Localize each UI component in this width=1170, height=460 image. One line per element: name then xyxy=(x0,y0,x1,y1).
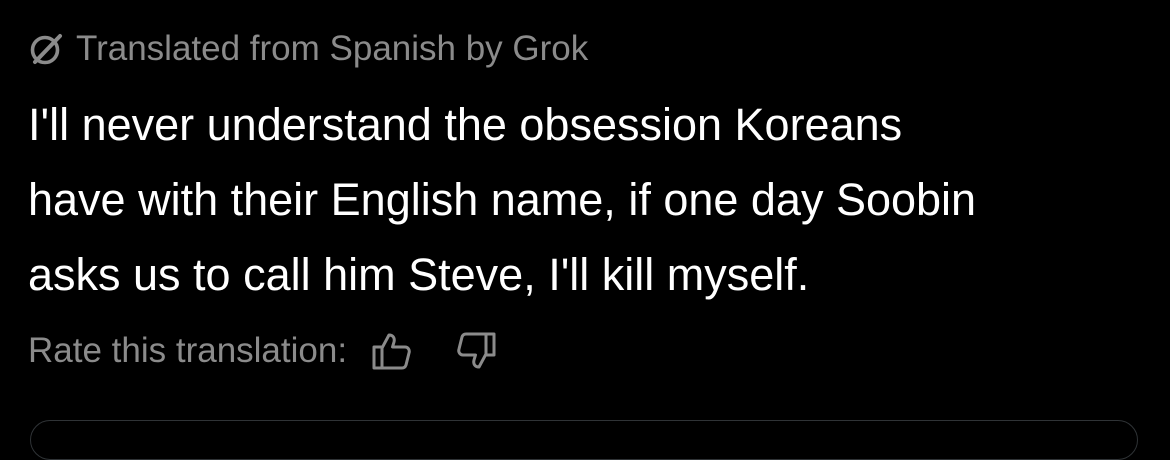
post-text-line: asks us to call him Steve, I'll kill mys… xyxy=(28,249,810,300)
post-text-line: have with their English name, if one day… xyxy=(28,174,977,225)
attribution-text: Translated from Spanish by Grok xyxy=(76,29,589,68)
post-text-line: I'll never understand the obsession Kore… xyxy=(28,99,903,150)
thumbs-up-button[interactable] xyxy=(369,328,415,374)
grok-icon xyxy=(26,29,66,69)
rate-translation-label: Rate this translation: xyxy=(28,331,348,370)
translation-attribution: Translated from Spanish by Grok xyxy=(26,24,588,74)
thumbs-up-icon xyxy=(372,333,411,370)
thumbs-down-icon xyxy=(457,332,496,369)
thumbs-down-button[interactable] xyxy=(453,328,499,374)
rate-translation-row: Rate this translation: xyxy=(28,322,499,380)
translated-post-text: I'll never understand the obsession Kore… xyxy=(28,87,1148,312)
reply-input-outline[interactable] xyxy=(30,420,1138,460)
